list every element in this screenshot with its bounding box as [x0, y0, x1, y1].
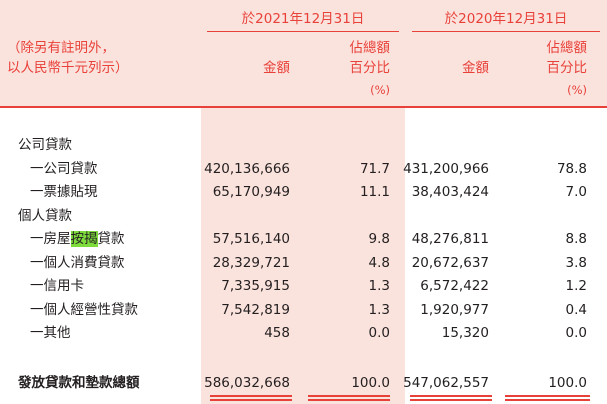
cell-amount-2021: 65,170,949 [212, 184, 290, 200]
period-2020-rule [412, 31, 600, 32]
note-line-2: 以人民幣千元列示） [7, 60, 129, 76]
total-double-rule-amount-2021 [210, 395, 292, 401]
period-2020: 於2020年12月31日 [444, 11, 568, 27]
cell-amount-2020: 6,572,422 [420, 278, 489, 294]
cell-pct-2021: 1.3 [368, 301, 390, 318]
cell-pct-2020: 78.8 [556, 160, 587, 177]
row-label: 個人貸款 [18, 207, 72, 224]
total-amount-2020: 547,062,557 [403, 375, 489, 391]
cell-amount-2020: 38,403,424 [411, 184, 489, 200]
total-double-rule-pct-2020 [505, 395, 590, 401]
row-label: 公司貸款 [18, 137, 72, 153]
pct-header-2021-line2: 百分比 [349, 60, 391, 76]
amount-header-2020: 金額 [462, 60, 489, 76]
header-rule [0, 106, 607, 108]
cell-amount-2021: 420,136,666 [204, 160, 290, 177]
total-double-rule-pct-2021 [308, 395, 390, 401]
cell-pct-2021: 1.3 [368, 278, 390, 294]
cell-amount-2020: 20,672,637 [411, 254, 489, 271]
total-pct-2020: 100.0 [548, 375, 587, 391]
cell-pct-2020: 7.0 [565, 184, 587, 200]
cell-pct-2020: 8.8 [565, 231, 587, 247]
cell-pct-2020: 3.8 [565, 254, 587, 271]
cell-pct-2021: 71.7 [359, 160, 390, 177]
pct-unit-2020: (%) [567, 83, 587, 97]
cell-pct-2021: 4.8 [368, 254, 390, 271]
cell-amount-2021: 7,335,915 [221, 278, 290, 294]
cell-pct-2021: 9.8 [368, 231, 390, 247]
period-2021: 於2021年12月31日 [241, 11, 365, 27]
row-label: 一票據貼現 [30, 184, 98, 200]
cell-pct-2021: 0.0 [368, 325, 390, 341]
highlighted-text: 按揭 [70, 231, 98, 247]
cell-pct-2020: 0.0 [565, 325, 587, 341]
cell-amount-2021: 7,542,819 [221, 301, 290, 318]
pct-header-2021-line1: 佔總額 [349, 40, 391, 56]
pct-header-2020-line2: 百分比 [546, 60, 588, 76]
cell-amount-2021: 458 [264, 325, 290, 341]
pct-header-2020-line1: 佔總額 [546, 40, 588, 56]
cell-amount-2020: 15,320 [441, 325, 489, 341]
total-amount-2021: 586,032,668 [204, 375, 290, 391]
cell-amount-2021: 57,516,140 [212, 231, 290, 247]
row-label: 一其他 [30, 325, 71, 341]
total-pct-2021: 100.0 [351, 375, 390, 391]
row-label: 一信用卡 [30, 278, 84, 294]
cell-amount-2020: 1,920,977 [420, 301, 489, 318]
cell-pct-2020: 1.2 [565, 278, 587, 294]
row-label: 一個人消費貸款 [30, 254, 125, 271]
total-label: 發放貸款和墊款總額 [18, 375, 140, 391]
cell-amount-2020: 48,276,811 [411, 231, 489, 247]
note-line-1: （除另有註明外， [7, 40, 115, 56]
period-2021-rule [207, 31, 399, 32]
cell-amount-2021: 28,329,721 [212, 254, 290, 271]
pct-unit-2021: (%) [370, 83, 390, 97]
cell-amount-2020: 431,200,966 [403, 160, 489, 177]
cell-pct-2021: 11.1 [359, 184, 390, 200]
amount-header-2021: 金額 [263, 60, 290, 76]
total-double-rule-amount-2020 [410, 395, 492, 401]
row-label: 一公司貸款 [30, 160, 98, 177]
row-label: 一個人經營性貸款 [30, 301, 138, 318]
cell-pct-2020: 0.4 [565, 301, 587, 318]
row-label: 一房屋按揭貸款 [30, 231, 125, 247]
